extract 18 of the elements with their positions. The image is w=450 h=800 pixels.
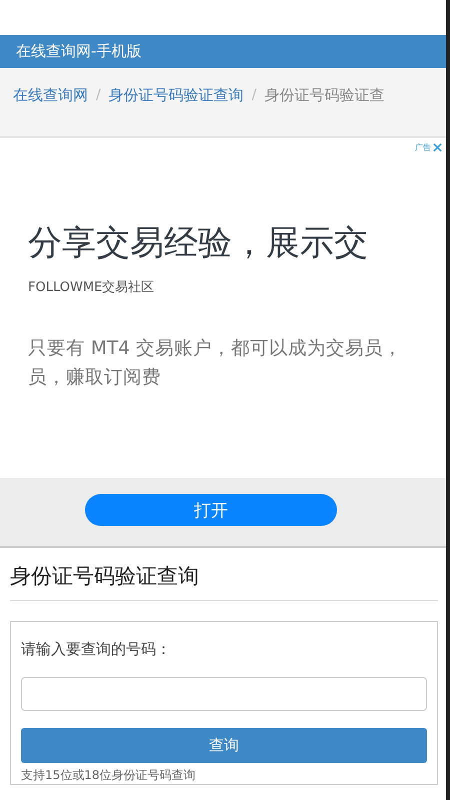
input-field[interactable] [21, 677, 427, 711]
ad-text: 只要有 MT4 交易账户，都可以成为交易员， [28, 337, 403, 361]
breadcrumb-link[interactable]: 在线查询网 [13, 86, 88, 104]
open-button[interactable]: 打开 [85, 494, 337, 526]
breadcrumb-separator: / [252, 87, 256, 103]
ad-label: 广告 [415, 142, 431, 153]
close-icon[interactable] [433, 143, 442, 152]
breadcrumb-current: 身份证号码验证查 [264, 86, 384, 104]
ad-brand: FOLLOWME交易社区 [28, 279, 156, 296]
note-text: 支持15位或18位身份证号码查询 [21, 767, 197, 784]
breadcrumb-separator: / [96, 87, 101, 103]
ad-headline: 分享交易经验，展示交 [28, 222, 368, 265]
field-label: 请输入要查询的号码： [21, 640, 172, 659]
ad-text: 员，赚取订阅费 [28, 366, 162, 390]
query-button[interactable]: 查询 [21, 728, 427, 763]
breadcrumb-link[interactable]: 身份证号码验证查询 [108, 86, 244, 104]
section-title: 身份证号码验证查询 [10, 556, 438, 601]
site-title: 在线查询网-手机版 [16, 42, 142, 61]
